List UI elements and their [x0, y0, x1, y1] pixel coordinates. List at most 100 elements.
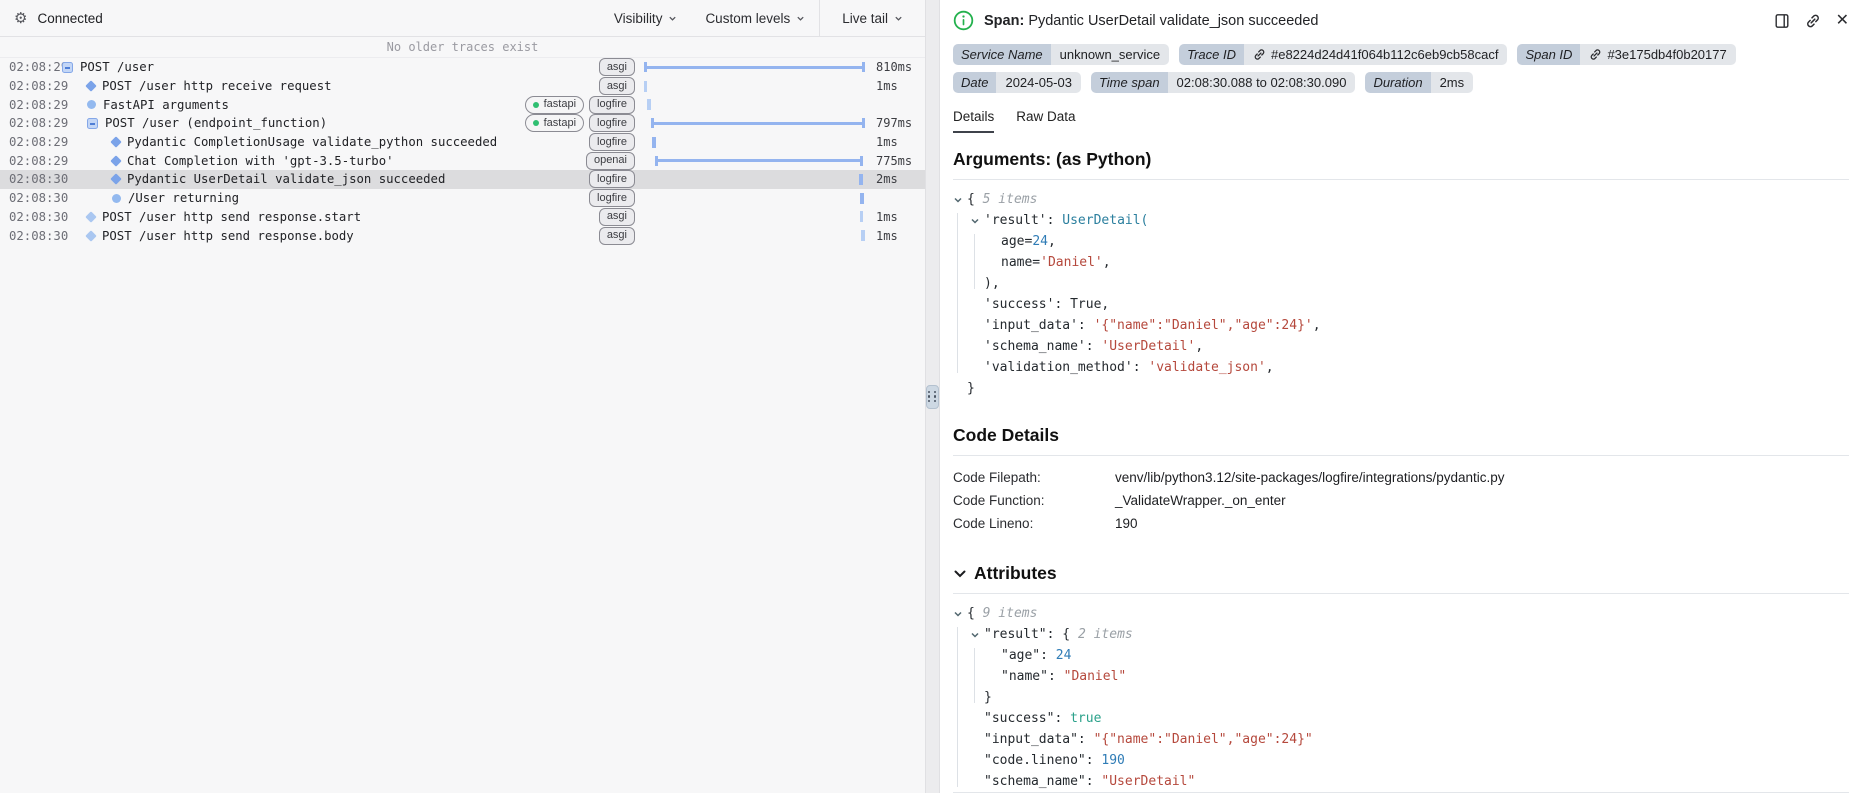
- chevron-down-icon: [894, 14, 903, 23]
- trace-row[interactable]: 02:08:30 POST /user http send response.st…: [0, 207, 925, 227]
- code-detail-label: Code Lineno:: [953, 516, 1034, 531]
- attributes-code-block: { 9 items "result": { 2 items "age": 24 "na…: [953, 603, 1849, 792]
- timeline-bar-area: [643, 133, 867, 152]
- scope-badge-fastapi[interactable]: fastapi: [524, 114, 585, 133]
- collapse-chevron-icon[interactable]: [970, 216, 984, 226]
- collapse-chevron-icon[interactable]: [953, 609, 967, 619]
- custom-levels-dropdown[interactable]: Custom levels: [691, 0, 819, 36]
- trace-row-time: 02:08:30: [9, 172, 69, 187]
- copy-link-icon[interactable]: [1805, 13, 1821, 29]
- chip-label: Duration: [1365, 72, 1431, 93]
- scope-badge-logfire[interactable]: logfire: [589, 114, 635, 133]
- reader-panel-icon[interactable]: [1774, 13, 1790, 29]
- trace-row[interactable]: 02:08:30/User returning logfire: [0, 189, 925, 208]
- live-tail-dropdown[interactable]: Live tail: [820, 0, 925, 36]
- visibility-dropdown[interactable]: Visibility: [600, 0, 692, 36]
- chevron-down-icon: [668, 14, 677, 23]
- code-line: "success": true: [984, 711, 1102, 726]
- span-diamond-icon: [85, 229, 97, 242]
- trace-row[interactable]: 02:08:29 POST /user http receive request a…: [0, 77, 925, 96]
- trace-row-label: Pydantic CompletionUsage validate_python…: [127, 135, 498, 150]
- metadata-chip-service-name: Service Name unknown_service: [953, 44, 1170, 65]
- timeline-bar: [859, 211, 864, 223]
- scope-badge-logfire[interactable]: logfire: [589, 189, 635, 208]
- trace-row-badges: asgi: [598, 207, 635, 226]
- scope-badge-asgi[interactable]: asgi: [598, 58, 635, 77]
- timeline-bar: [859, 192, 864, 204]
- timeline-bar-area: [643, 151, 867, 170]
- trace-row-label: Chat Completion with 'gpt-3.5-turbo': [127, 153, 394, 168]
- gear-icon[interactable]: ⚙: [14, 9, 27, 27]
- collapse-span-icon[interactable]: [87, 117, 98, 129]
- close-icon[interactable]: ✕: [1836, 12, 1849, 29]
- timeline-bar-area: [643, 114, 867, 133]
- code-detail-value: 190: [1115, 516, 1138, 531]
- metadata-chip-trace-id[interactable]: Trace ID #e8224d24d41f064b112c6eb9cb58cac…: [1179, 44, 1508, 65]
- tab-raw-data[interactable]: Raw Data: [1016, 109, 1075, 133]
- span-diamond-icon: [85, 80, 97, 92]
- timeline-bar: [651, 136, 656, 148]
- collapse-chevron-icon[interactable]: [953, 195, 967, 205]
- scope-badge-openai[interactable]: openai: [585, 151, 635, 170]
- tab-details[interactable]: Details: [953, 109, 995, 133]
- trace-row[interactable]: 02:08:29 Pydantic CompletionUsage validat…: [0, 133, 925, 152]
- trace-row-badges: logfire: [589, 133, 635, 152]
- trace-row-time: 02:08:30: [9, 228, 69, 243]
- collapse-span-icon[interactable]: [62, 61, 73, 73]
- trace-list: 02:08:29 POST /user asgi 810ms 02:08:29 POST …: [0, 58, 925, 793]
- chip-value: 2ms: [1430, 72, 1474, 93]
- metadata-chip-time-span: Time span 02:08:30.088 to 02:08:30.090: [1090, 72, 1356, 93]
- scope-badge-logfire[interactable]: logfire: [589, 133, 635, 152]
- trace-row[interactable]: 02:08:29 POST /user asgi 810ms: [0, 58, 925, 77]
- code-line: 'schema_name': 'UserDetail',: [984, 339, 1204, 354]
- trace-row-time: 02:08:29: [9, 153, 69, 168]
- scope-badge-logfire[interactable]: logfire: [589, 95, 635, 114]
- arguments-heading: Arguments: (as Python): [953, 149, 1849, 180]
- code-line: 'result': UserDetail(: [967, 210, 1849, 231]
- timeline-bar: [861, 230, 865, 242]
- chevron-down-icon: [954, 570, 966, 577]
- metadata-chip-span-id[interactable]: Span ID #3e175db4f0b20177: [1517, 44, 1736, 65]
- code-details-rows: Code Filepath: venv/lib/python3.12/site-p…: [953, 466, 1849, 535]
- trace-row-label: /User returning: [128, 191, 240, 206]
- info-icon: [953, 10, 974, 31]
- trace-row-label: POST /user http send response.start: [102, 209, 362, 224]
- trace-row[interactable]: 02:08:29 POST /user (endpoint_function) fa…: [0, 114, 925, 133]
- timeline-bar-area: [643, 77, 867, 96]
- trace-row[interactable]: 02:08:29 Chat Completion with 'gpt-3.5-tu…: [0, 151, 925, 170]
- trace-row[interactable]: 02:08:30 POST /user http send response.bo…: [0, 226, 925, 245]
- scope-badge-fastapi[interactable]: fastapi: [524, 95, 585, 114]
- trace-row-duration: 775ms: [876, 153, 913, 168]
- span-diamond-icon: [110, 155, 122, 167]
- code-line: "schema_name": "UserDetail": [984, 774, 1196, 789]
- arguments-code-block: { 5 items'result': UserDetail(age= 24, nam…: [953, 189, 1849, 399]
- trace-row[interactable]: 02:08:29 FastAPI arguments fastapi logfire: [0, 95, 925, 114]
- indent-guide: [957, 213, 958, 373]
- scope-badge-asgi[interactable]: asgi: [598, 207, 635, 226]
- panel-divider: [926, 0, 939, 793]
- timeline-bar-area: [643, 189, 867, 208]
- span-detail-panel: Span: Pydantic UserDetail validate_json …: [939, 0, 1865, 793]
- panel-resize-handle[interactable]: [926, 384, 939, 409]
- trace-row-time: 02:08:29: [9, 97, 69, 112]
- timeline-bar: [643, 80, 648, 92]
- timeline-bar: [647, 99, 651, 111]
- scope-badge-asgi[interactable]: asgi: [598, 77, 635, 96]
- chip-label: Trace ID: [1179, 44, 1244, 65]
- code-line: "input_data": "{"name":"Daniel","age":24…: [984, 732, 1313, 747]
- green-dot-icon: [532, 101, 539, 108]
- collapse-chevron-icon[interactable]: [970, 630, 984, 640]
- trace-row-time: 02:08:29: [9, 135, 69, 150]
- chip-label: Date: [953, 72, 997, 93]
- trace-row-badges: asgi: [598, 226, 635, 245]
- scope-badge-asgi[interactable]: asgi: [598, 226, 635, 245]
- trace-row-duration: 1ms: [876, 135, 898, 150]
- chip-value: 2024-05-03: [996, 72, 1081, 93]
- scope-badge-logfire[interactable]: logfire: [589, 170, 635, 189]
- trace-row-badges: logfire: [589, 189, 635, 208]
- trace-row-badges: fastapi logfire: [524, 114, 635, 133]
- trace-row[interactable]: 02:08:30 Pydantic UserDetail validate_jso…: [0, 170, 925, 189]
- attributes-heading[interactable]: Attributes: [953, 563, 1849, 594]
- chevron-down-icon: [796, 14, 805, 23]
- code-line: }: [984, 690, 992, 705]
